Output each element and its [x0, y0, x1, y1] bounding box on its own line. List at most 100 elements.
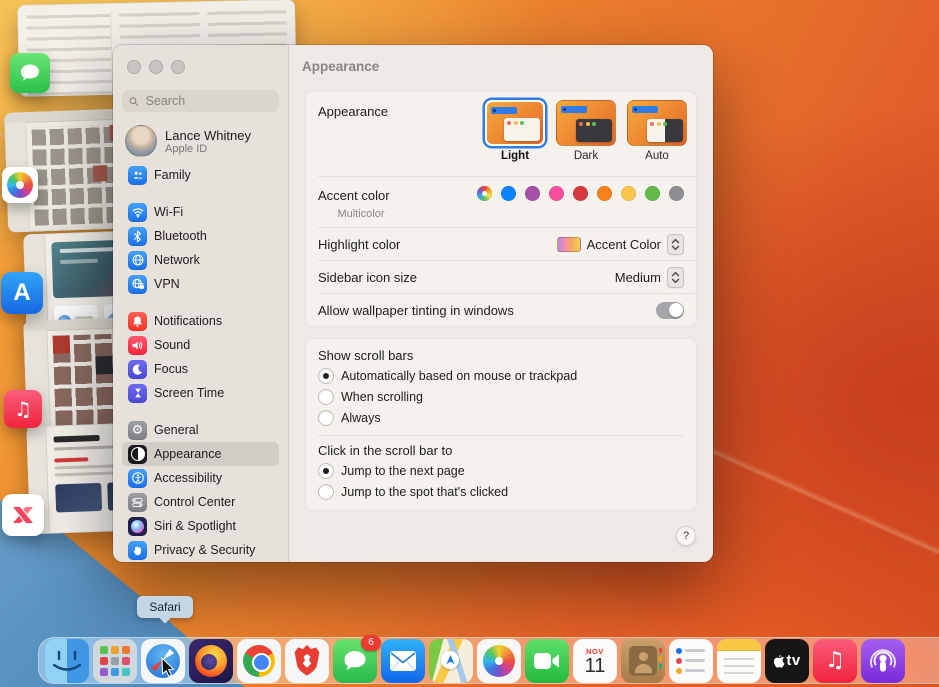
brave-lion-icon	[292, 644, 322, 678]
photos-app-icon[interactable]	[2, 167, 38, 203]
accent-swatch-pink[interactable]	[549, 186, 564, 201]
music-note-icon: ♫	[825, 648, 845, 673]
dock-notes-icon[interactable]	[717, 639, 761, 683]
sidebar-item-label: Focus	[154, 362, 188, 376]
sidebar-item-label: Wi-Fi	[154, 205, 183, 219]
theme-option-light[interactable]: Light	[484, 100, 546, 162]
accent-swatch-yellow[interactable]	[621, 186, 636, 201]
sidebar-item-wifi[interactable]: Wi-Fi	[122, 200, 279, 224]
settings-content-pane: Appearance Appearance Light	[289, 45, 713, 562]
dock-appletv-icon[interactable]: tv	[765, 639, 809, 683]
news-app-icon[interactable]	[2, 494, 44, 536]
radio-selected-icon[interactable]	[318, 463, 334, 479]
scrollbars-option-always[interactable]: Always	[318, 410, 684, 426]
auto-theme-thumbnail[interactable]	[627, 100, 687, 146]
click-scroll-option-spot-clicked[interactable]: Jump to the spot that's clicked	[318, 484, 684, 500]
accent-swatch-red[interactable]	[573, 186, 588, 201]
accent-swatch-purple[interactable]	[525, 186, 540, 201]
hand-icon	[128, 541, 147, 560]
dark-theme-thumbnail[interactable]	[556, 100, 616, 146]
dock-firefox-icon[interactable]	[189, 639, 233, 683]
dock-mail-icon[interactable]	[381, 639, 425, 683]
close-button[interactable]	[127, 60, 141, 74]
theme-option-auto[interactable]: Auto	[626, 100, 688, 162]
sidebar-icon-size-label: Sidebar icon size	[318, 270, 417, 285]
sidebar-item-network[interactable]: Network	[122, 248, 279, 272]
accent-swatch-graphite[interactable]	[669, 186, 684, 201]
dock-facetime-icon[interactable]	[525, 639, 569, 683]
apple-id-row[interactable]: Lance Whitney Apple ID	[122, 123, 279, 159]
radio-selected-icon[interactable]	[318, 368, 334, 384]
chat-bubble-icon	[341, 647, 369, 675]
minimize-button[interactable]	[149, 60, 163, 74]
radio-icon[interactable]	[318, 484, 334, 500]
sidebar-item-focus[interactable]: Focus	[122, 357, 279, 381]
sidebar-item-general[interactable]: ⚙ General	[122, 418, 279, 442]
sidebar-item-vpn[interactable]: VPN	[122, 272, 279, 296]
sidebar-icon-size-select[interactable]: Medium	[615, 267, 684, 288]
sidebar-item-bluetooth[interactable]: Bluetooth	[122, 224, 279, 248]
notes-lines	[724, 658, 754, 661]
theme-label: Light	[484, 150, 546, 162]
sidebar-item-screen-time[interactable]: Screen Time	[122, 381, 279, 405]
notes-header	[717, 639, 761, 651]
theme-label: Auto	[626, 150, 688, 162]
envelope-icon	[389, 650, 417, 672]
radio-icon[interactable]	[318, 389, 334, 405]
sidebar-item-accessibility[interactable]: Accessibility	[122, 466, 279, 490]
highlight-color-label: Highlight color	[318, 237, 400, 252]
dock-maps-icon[interactable]	[429, 639, 473, 683]
dock-photos-icon[interactable]	[477, 639, 521, 683]
sidebar-item-sound[interactable]: Sound	[122, 333, 279, 357]
accent-swatch-orange[interactable]	[597, 186, 612, 201]
dock-reminders-icon[interactable]	[669, 639, 713, 683]
sidebar-item-label: Accessibility	[154, 471, 222, 485]
sidebar-item-privacy-security[interactable]: Privacy & Security	[122, 538, 279, 562]
dock-calendar-icon[interactable]: NOV 11	[573, 639, 617, 683]
accent-caption: Multicolor	[316, 208, 406, 220]
scrollbars-option-when-scrolling[interactable]: When scrolling	[318, 389, 684, 405]
accent-swatch-blue[interactable]	[501, 186, 516, 201]
appstore-app-icon[interactable]: A	[1, 272, 43, 314]
messages-app-icon[interactable]	[10, 53, 50, 93]
sidebar-item-appearance[interactable]: Appearance	[122, 442, 279, 466]
wallpaper-tinting-label: Allow wallpaper tinting in windows	[318, 303, 514, 318]
dock-brave-icon[interactable]	[285, 639, 329, 683]
radio-icon[interactable]	[318, 410, 334, 426]
sidebar-item-family[interactable]: Family	[122, 163, 279, 187]
sidebar-item-control-center[interactable]: Control Center	[122, 490, 279, 514]
dock-music-icon[interactable]: ♫	[813, 639, 857, 683]
launchpad-grid-icon	[100, 646, 130, 676]
news-preview-topstories	[54, 457, 88, 462]
light-theme-thumbnail[interactable]	[485, 100, 545, 146]
sidebar-item-label: Notifications	[154, 314, 222, 328]
wallpaper-tinting-row: Allow wallpaper tinting in windows	[306, 294, 696, 326]
zoom-button[interactable]	[171, 60, 185, 74]
radio-label: When scrolling	[341, 390, 423, 404]
click-scroll-option-next-page[interactable]: Jump to the next page	[318, 463, 684, 479]
page-title: Appearance	[302, 59, 713, 74]
dock-messages-icon[interactable]: 6	[333, 639, 377, 683]
avatar	[125, 125, 157, 157]
help-button[interactable]: ?	[676, 526, 696, 546]
accent-swatch-multicolor[interactable]	[477, 186, 492, 201]
dock-podcasts-icon[interactable]	[861, 639, 905, 683]
dock-finder-icon[interactable]	[45, 639, 89, 683]
theme-option-dark[interactable]: Dark	[555, 100, 617, 162]
accent-swatch-green[interactable]	[645, 186, 660, 201]
sidebar-item-siri-spotlight[interactable]: Siri & Spotlight	[122, 514, 279, 538]
scrollbars-option-auto[interactable]: Automatically based on mouse or trackpad	[318, 368, 684, 384]
dock-chrome-icon[interactable]	[237, 639, 281, 683]
chevron-up-down-icon[interactable]	[667, 267, 684, 288]
radio-label: Jump to the spot that's clicked	[341, 485, 508, 499]
highlight-color-select[interactable]: Accent Color	[557, 234, 684, 255]
music-app-icon[interactable]: ♫	[4, 390, 42, 428]
dock-launchpad-icon[interactable]	[93, 639, 137, 683]
wallpaper-tinting-toggle[interactable]	[656, 302, 684, 319]
sidebar-item-notifications[interactable]: Notifications	[122, 309, 279, 333]
theme-options: Light Dark	[484, 100, 688, 162]
chevron-up-down-icon[interactable]	[667, 234, 684, 255]
search-input[interactable]	[144, 93, 272, 109]
dock-contacts-icon[interactable]	[621, 639, 665, 683]
search-field[interactable]	[122, 90, 279, 112]
